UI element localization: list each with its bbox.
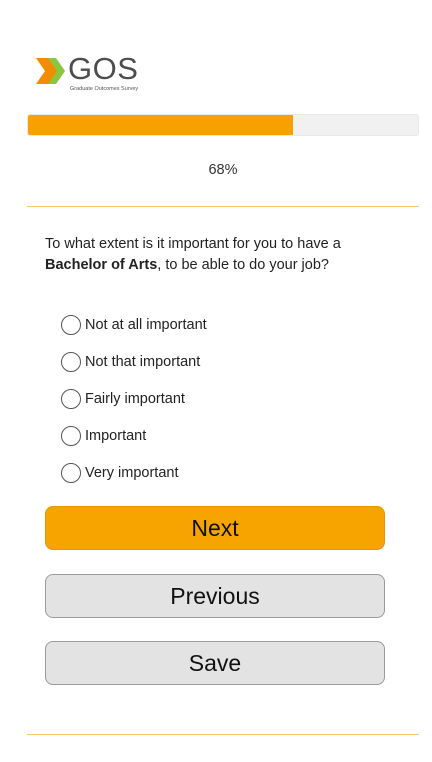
- option-label: Very important: [85, 464, 179, 481]
- answer-options: Not at all important Not that important …: [61, 306, 361, 491]
- next-button[interactable]: Next: [45, 506, 385, 550]
- question-emphasis: Bachelor of Arts: [45, 257, 158, 273]
- radio-button[interactable]: [61, 425, 81, 446]
- option-very-important[interactable]: Very important: [61, 454, 361, 491]
- question-suffix: , to be able to do your job?: [157, 257, 329, 273]
- option-label: Not that important: [85, 353, 201, 370]
- option-label: Fairly important: [85, 390, 185, 407]
- divider-bottom: [27, 734, 419, 735]
- radio-button[interactable]: [61, 388, 81, 409]
- option-not-that-important[interactable]: Not that important: [61, 343, 361, 380]
- previous-button[interactable]: Previous: [45, 574, 385, 618]
- progress-percent-label: 68%: [208, 162, 238, 178]
- progress-bar: [27, 114, 419, 136]
- gos-chevron-logo-icon: [36, 58, 65, 84]
- option-fairly-important[interactable]: Fairly important: [61, 380, 361, 417]
- radio-button[interactable]: [61, 314, 81, 335]
- option-label: Important: [85, 427, 147, 444]
- question-prefix: To what extent is it important for you t…: [45, 236, 341, 252]
- option-label: Not at all important: [85, 316, 207, 333]
- logo-wordmark: GOS: [68, 51, 139, 86]
- option-important[interactable]: Important: [61, 417, 361, 454]
- progress-bar-fill: [28, 115, 294, 135]
- option-not-at-all-important[interactable]: Not at all important: [61, 306, 361, 343]
- radio-button[interactable]: [61, 351, 81, 372]
- divider-top: [27, 206, 419, 207]
- question-text: To what extent is it important for you t…: [45, 234, 405, 276]
- radio-button[interactable]: [61, 462, 81, 483]
- gos-logo: GOS Graduate Outcomes Survey: [36, 52, 176, 96]
- logo-subtitle: Graduate Outcomes Survey: [70, 86, 139, 92]
- save-button[interactable]: Save: [45, 641, 385, 685]
